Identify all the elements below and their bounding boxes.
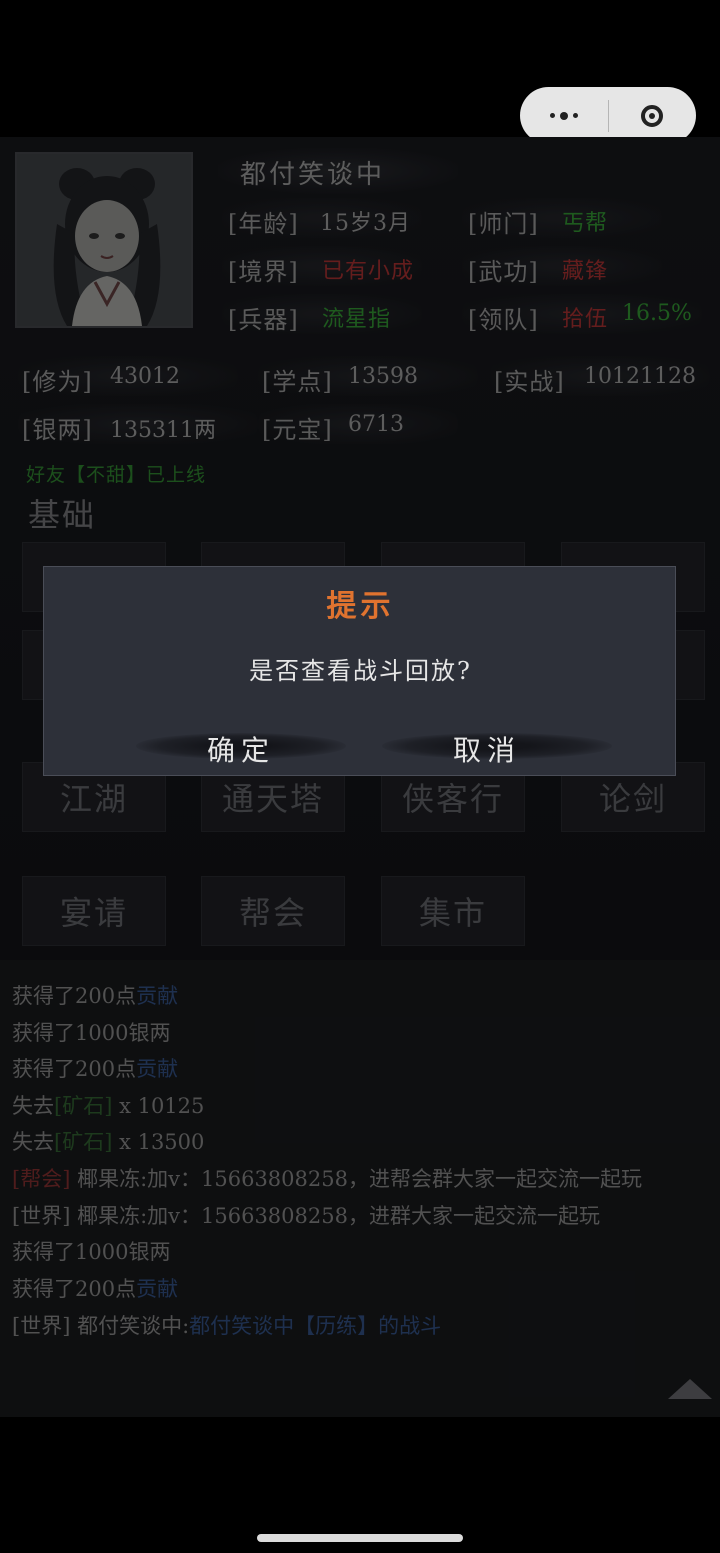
cancel-button[interactable]: 取消 (412, 729, 562, 769)
dialog-message: 是否查看战斗回放? (249, 657, 472, 685)
close-button[interactable] (609, 87, 697, 144)
confirm-dialog: 提示 是否查看战斗回放? 确定 取消 (43, 566, 676, 776)
more-dots-icon (549, 111, 578, 120)
more-button[interactable] (520, 87, 608, 144)
target-circle-icon (641, 104, 664, 127)
home-indicator[interactable] (257, 1534, 463, 1542)
dialog-title: 提示 (326, 589, 395, 624)
modal-overlay (0, 137, 720, 1417)
mini-program-capsule (520, 87, 696, 144)
confirm-button[interactable]: 确定 (166, 729, 316, 769)
